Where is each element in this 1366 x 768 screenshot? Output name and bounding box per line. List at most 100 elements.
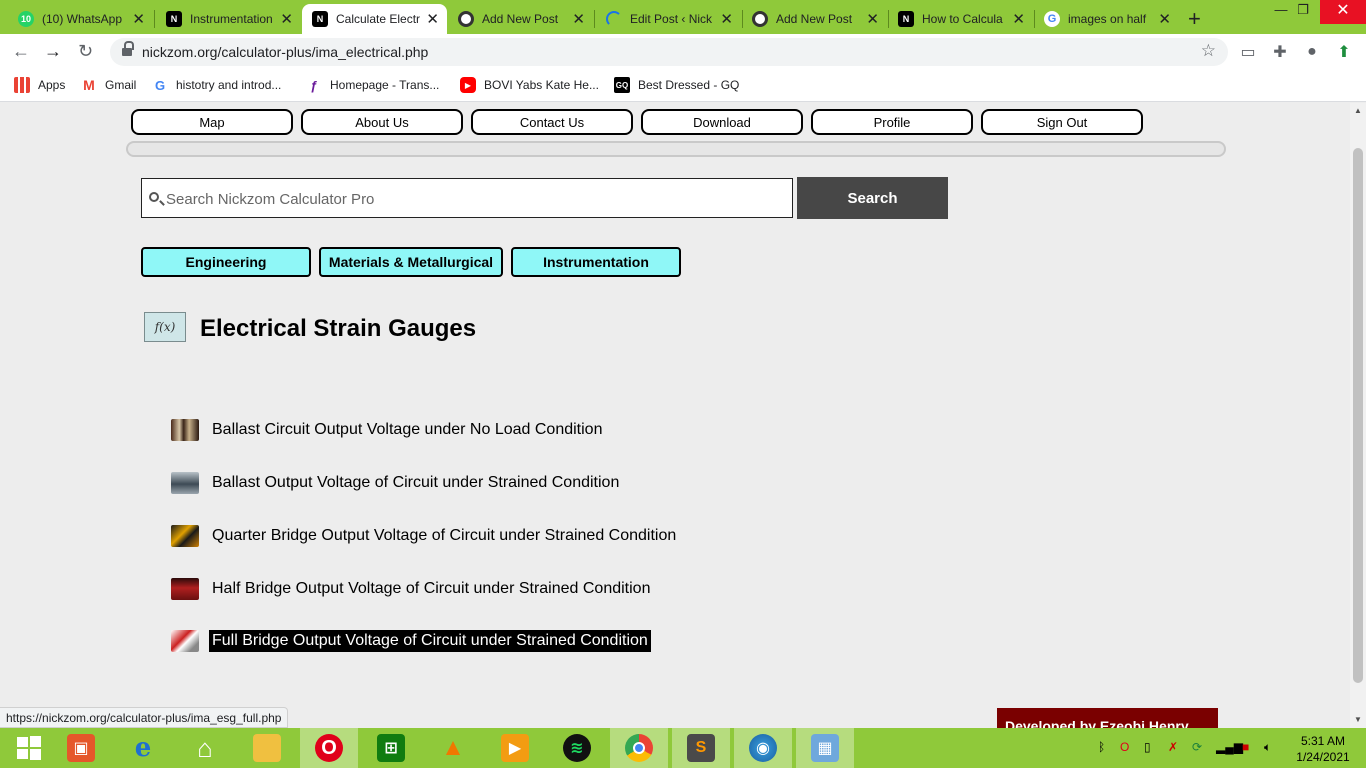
taskbar-clock[interactable]: 5:31 AM 1/24/2021 (1290, 733, 1356, 765)
taskbar-spotify[interactable]: ≋ (548, 728, 606, 768)
taskbar-opera[interactable]: O (300, 728, 358, 768)
scroll-thumb[interactable] (1353, 148, 1363, 683)
back-arrow-icon[interactable]: ← (12, 41, 30, 62)
tab-separator (154, 10, 155, 28)
close-icon[interactable]: ✕ (132, 10, 145, 28)
tab-add-new-post-2[interactable]: Add New Post ✕ (742, 4, 887, 34)
signal-strength-icon[interactable]: ▂▄▆ (1216, 740, 1243, 754)
calc-link-label: Quarter Bridge Output Voltage of Circuit… (212, 527, 677, 544)
profile-avatar-icon[interactable]: ● (1302, 42, 1322, 62)
reading-list-icon[interactable]: ▭ (1238, 42, 1258, 62)
bookmark-homepage[interactable]: ƒ Homepage - Trans... (306, 77, 439, 93)
start-button[interactable] (0, 728, 58, 768)
photos-icon: ▣ (67, 734, 95, 762)
search-button[interactable]: Search (797, 177, 948, 219)
taskbar-chrome[interactable] (610, 728, 668, 768)
tab-title: Instrumentation (190, 12, 273, 26)
category-materials-metallurgical[interactable]: Materials & Metallurgical (319, 247, 503, 277)
bookmark-gq[interactable]: GQ Best Dressed - GQ (614, 77, 739, 93)
bookmark-apps[interactable]: Apps (14, 77, 65, 93)
taskbar-media-player[interactable]: ▶ (486, 728, 544, 768)
bookmark-gmail[interactable]: M Gmail (81, 77, 136, 93)
close-icon[interactable]: ✕ (426, 10, 439, 28)
calc-link-label: Full Bridge Output Voltage of Circuit un… (209, 630, 651, 652)
spotify-icon: ≋ (563, 734, 591, 762)
nav-sign-out[interactable]: Sign Out (981, 109, 1143, 135)
taskbar-control-panel[interactable]: ▦ (796, 728, 854, 768)
calc-link-ballast-strained[interactable]: Ballast Output Voltage of Circuit under … (171, 472, 619, 494)
pdf-tray-icon[interactable]: ✗ (1168, 740, 1178, 754)
address-bar[interactable]: nickzom.org/calculator-plus/ima_electric… (110, 38, 1228, 66)
tab-calculate-electrical[interactable]: N Calculate Electr ✕ (302, 4, 447, 34)
taskbar-store[interactable]: ⊞ (362, 728, 420, 768)
taskbar-internet-explorer[interactable]: e (114, 728, 172, 768)
device-tray-icon[interactable]: ▯ (1144, 740, 1151, 754)
vlc-cone-icon: ▲ (441, 734, 465, 761)
calc-link-label: Half Bridge Output Voltage of Circuit un… (212, 580, 651, 597)
nav-download[interactable]: Download (641, 109, 803, 135)
security-tray-icon[interactable]: ■ (1242, 740, 1249, 754)
sync-tray-icon[interactable]: ⟳ (1192, 740, 1202, 754)
bookmarks-bar: Apps M Gmail G histotry and introd... ƒ … (0, 70, 1366, 102)
taskbar-sublime-text[interactable]: S (672, 728, 730, 768)
gmail-icon: M (83, 77, 95, 93)
taskbar-network-app[interactable]: ◉ (734, 728, 792, 768)
bookmark-bovi[interactable]: ▶ BOVI Yabs Kate He... (460, 77, 599, 93)
chrome-icon (625, 734, 653, 762)
category-instrumentation[interactable]: Instrumentation (511, 247, 681, 277)
close-icon[interactable]: ✕ (280, 10, 293, 28)
reload-icon[interactable]: ↻ (78, 41, 93, 62)
bookmark-history[interactable]: G histotry and introd... (152, 77, 281, 93)
bookmark-label: Best Dressed - GQ (638, 78, 740, 92)
gq-icon: GQ (614, 77, 630, 93)
update-icon[interactable]: ⬆ (1334, 42, 1354, 62)
nav-contact-us[interactable]: Contact Us (471, 109, 633, 135)
new-tab-button[interactable]: + (1188, 6, 1201, 32)
scroll-up-arrow-icon[interactable]: ▲ (1354, 106, 1362, 115)
google-icon: G (154, 77, 166, 93)
nav-about-us[interactable]: About Us (301, 109, 463, 135)
window-close-button[interactable]: ✕ (1320, 0, 1366, 24)
tab-add-new-post[interactable]: Add New Post ✕ (448, 4, 593, 34)
close-icon[interactable]: ✕ (1012, 10, 1025, 28)
tab-images-on-half[interactable]: G images on half ✕ (1034, 4, 1179, 34)
close-icon[interactable]: ✕ (1158, 10, 1171, 28)
nav-map[interactable]: Map (131, 109, 293, 135)
opera-tray-icon[interactable]: O (1120, 740, 1129, 754)
close-icon[interactable]: ✕ (720, 10, 733, 28)
taskbar-file-explorer[interactable] (238, 728, 296, 768)
close-icon[interactable]: ✕ (866, 10, 879, 28)
close-icon[interactable]: ✕ (572, 10, 585, 28)
search-input[interactable]: Search Nickzom Calculator Pro (141, 178, 793, 218)
calc-link-full-bridge[interactable]: Full Bridge Output Voltage of Circuit un… (171, 630, 651, 652)
divider-bar (126, 141, 1226, 157)
thumbnail-image (171, 578, 199, 600)
bookmark-star-icon[interactable]: ☆ (1201, 41, 1216, 61)
tab-edit-post[interactable]: Edit Post ‹ Nick ✕ (596, 4, 741, 34)
page-scrollbar[interactable]: ▲ ▼ (1350, 103, 1366, 728)
scroll-down-arrow-icon[interactable]: ▼ (1354, 715, 1362, 724)
extensions-icon[interactable]: ✚ (1270, 42, 1290, 62)
category-engineering[interactable]: Engineering (141, 247, 311, 277)
tab-title: Edit Post ‹ Nick (630, 12, 713, 26)
calc-link-quarter-bridge[interactable]: Quarter Bridge Output Voltage of Circuit… (171, 525, 676, 547)
thumbnail-image (171, 472, 199, 494)
calc-link-half-bridge[interactable]: Half Bridge Output Voltage of Circuit un… (171, 578, 650, 600)
browser-toolbar: ← → ↻ nickzom.org/calculator-plus/ima_el… (0, 34, 1366, 70)
forward-arrow-icon[interactable]: → (44, 41, 62, 62)
clock-time: 5:31 AM (1300, 734, 1346, 748)
taskbar-photos[interactable]: ▣ (52, 728, 110, 768)
taskbar-vlc[interactable]: ▲ (424, 728, 482, 768)
tab-how-to-calculate[interactable]: N How to Calcula ✕ (888, 4, 1033, 34)
volume-icon[interactable]: 🔈︎ (1264, 740, 1271, 755)
bookmark-label: histotry and introd... (176, 78, 282, 92)
nav-profile[interactable]: Profile (811, 109, 973, 135)
wordpress-icon (458, 11, 474, 27)
bluetooth-icon[interactable]: ᛒ (1098, 740, 1105, 754)
calc-link-ballast-no-load[interactable]: Ballast Circuit Output Voltage under No … (171, 419, 602, 441)
apps-grid-icon (14, 77, 30, 93)
loading-icon (606, 11, 622, 27)
tab-whatsapp[interactable]: 10 (10) WhatsApp ✕ (8, 4, 153, 34)
tab-instrumentation[interactable]: N Instrumentation ✕ (156, 4, 301, 34)
taskbar-home[interactable]: ⌂ (176, 728, 234, 768)
